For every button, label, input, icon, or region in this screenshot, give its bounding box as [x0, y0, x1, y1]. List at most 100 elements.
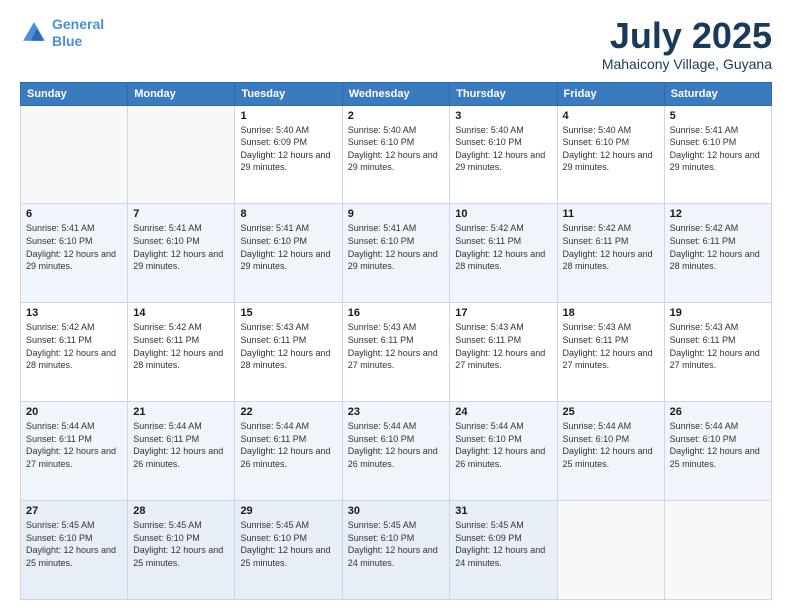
day-number: 20 [26, 406, 122, 418]
day-info: Sunrise: 5:41 AM Sunset: 6:10 PM Dayligh… [670, 124, 766, 174]
day-info: Sunrise: 5:42 AM Sunset: 6:11 PM Dayligh… [26, 321, 122, 371]
day-info: Sunrise: 5:45 AM Sunset: 6:09 PM Dayligh… [455, 519, 551, 569]
calendar-cell: 10Sunrise: 5:42 AM Sunset: 6:11 PM Dayli… [450, 204, 557, 303]
day-info: Sunrise: 5:41 AM Sunset: 6:10 PM Dayligh… [348, 222, 445, 272]
day-info: Sunrise: 5:43 AM Sunset: 6:11 PM Dayligh… [348, 321, 445, 371]
day-info: Sunrise: 5:43 AM Sunset: 6:11 PM Dayligh… [455, 321, 551, 371]
calendar-header-thursday: Thursday [450, 82, 557, 105]
day-number: 31 [455, 505, 551, 517]
calendar-cell [664, 501, 771, 600]
day-number: 22 [240, 406, 336, 418]
calendar-header-row: SundayMondayTuesdayWednesdayThursdayFrid… [21, 82, 772, 105]
day-number: 29 [240, 505, 336, 517]
day-number: 9 [348, 208, 445, 220]
day-info: Sunrise: 5:44 AM Sunset: 6:11 PM Dayligh… [240, 420, 336, 470]
day-number: 26 [670, 406, 766, 418]
calendar-cell: 24Sunrise: 5:44 AM Sunset: 6:10 PM Dayli… [450, 402, 557, 501]
calendar-cell: 20 Sunrise: 5:44 AM Sunset: 6:11 PM Dayli… [21, 402, 128, 501]
day-info: Sunrise: 5:43 AM Sunset: 6:11 PM Dayligh… [670, 321, 766, 371]
calendar-cell: 27 Sunrise: 5:45 AM Sunset: 6:10 PM Dayli… [21, 501, 128, 600]
calendar-cell: 4Sunrise: 5:40 AM Sunset: 6:10 PM Daylig… [557, 105, 664, 204]
day-info: Sunrise: 5:40 AM Sunset: 6:09 PM Dayligh… [240, 124, 336, 174]
day-info: Sunrise: 5:42 AM Sunset: 6:11 PM Dayligh… [670, 222, 766, 272]
calendar-header-monday: Monday [128, 82, 235, 105]
day-info: Sunrise: 5:45 AM Sunset: 6:10 PM Dayligh… [26, 519, 122, 569]
day-info: Sunrise: 5:41 AM Sunset: 6:10 PM Dayligh… [133, 222, 229, 272]
calendar-cell: 7Sunrise: 5:41 AM Sunset: 6:10 PM Daylig… [128, 204, 235, 303]
day-number: 2 [348, 110, 445, 122]
logo-line1: General [52, 16, 104, 32]
calendar-cell: 8Sunrise: 5:41 AM Sunset: 6:10 PM Daylig… [235, 204, 342, 303]
day-number: 6 [26, 208, 122, 220]
day-info: Sunrise: 5:45 AM Sunset: 6:10 PM Dayligh… [240, 519, 336, 569]
day-number: 30 [348, 505, 445, 517]
day-info: Sunrise: 5:42 AM Sunset: 6:11 PM Dayligh… [563, 222, 659, 272]
day-info: Sunrise: 5:44 AM Sunset: 6:10 PM Dayligh… [563, 420, 659, 470]
day-number: 21 [133, 406, 229, 418]
calendar-header-tuesday: Tuesday [235, 82, 342, 105]
calendar-cell: 11 Sunrise: 5:42 AM Sunset: 6:11 PM Dayli… [557, 204, 664, 303]
calendar-cell [21, 105, 128, 204]
subtitle: Mahaicony Village, Guyana [602, 56, 772, 72]
day-number: 4 [563, 110, 659, 122]
calendar-cell: 15Sunrise: 5:43 AM Sunset: 6:11 PM Dayli… [235, 303, 342, 402]
calendar-cell: 17 Sunrise: 5:43 AM Sunset: 6:11 PM Dayli… [450, 303, 557, 402]
logo-icon [20, 19, 48, 47]
calendar-cell: 26 Sunrise: 5:44 AM Sunset: 6:10 PM Dayli… [664, 402, 771, 501]
calendar-cell: 2 Sunrise: 5:40 AM Sunset: 6:10 PM Daylig… [342, 105, 450, 204]
day-info: Sunrise: 5:41 AM Sunset: 6:10 PM Dayligh… [26, 222, 122, 272]
day-number: 23 [348, 406, 445, 418]
day-info: Sunrise: 5:43 AM Sunset: 6:11 PM Dayligh… [563, 321, 659, 371]
calendar-cell: 14Sunrise: 5:42 AM Sunset: 6:11 PM Dayli… [128, 303, 235, 402]
day-info: Sunrise: 5:43 AM Sunset: 6:11 PM Dayligh… [240, 321, 336, 371]
calendar-cell: 19 Sunrise: 5:43 AM Sunset: 6:11 PM Dayli… [664, 303, 771, 402]
calendar-cell: 3Sunrise: 5:40 AM Sunset: 6:10 PM Daylig… [450, 105, 557, 204]
calendar-cell: 12 Sunrise: 5:42 AM Sunset: 6:11 PM Dayli… [664, 204, 771, 303]
calendar-header-saturday: Saturday [664, 82, 771, 105]
calendar-cell: 16 Sunrise: 5:43 AM Sunset: 6:11 PM Dayli… [342, 303, 450, 402]
calendar-body: 1 Sunrise: 5:40 AM Sunset: 6:09 PM Daylig… [21, 105, 772, 599]
header: General Blue July 2025 Mahaicony Village… [20, 16, 772, 72]
day-info: Sunrise: 5:44 AM Sunset: 6:11 PM Dayligh… [26, 420, 122, 470]
day-info: Sunrise: 5:44 AM Sunset: 6:10 PM Dayligh… [348, 420, 445, 470]
day-number: 8 [240, 208, 336, 220]
page: General Blue July 2025 Mahaicony Village… [0, 0, 792, 612]
calendar-cell: 1 Sunrise: 5:40 AM Sunset: 6:09 PM Daylig… [235, 105, 342, 204]
calendar-week-4: 20 Sunrise: 5:44 AM Sunset: 6:11 PM Dayli… [21, 402, 772, 501]
day-number: 14 [133, 307, 229, 319]
calendar-table: SundayMondayTuesdayWednesdayThursdayFrid… [20, 82, 772, 600]
day-number: 28 [133, 505, 229, 517]
day-number: 16 [348, 307, 445, 319]
day-number: 18 [563, 307, 659, 319]
day-number: 11 [563, 208, 659, 220]
day-info: Sunrise: 5:40 AM Sunset: 6:10 PM Dayligh… [348, 124, 445, 174]
logo: General Blue [20, 16, 104, 50]
calendar-cell: 29 Sunrise: 5:45 AM Sunset: 6:10 PM Dayli… [235, 501, 342, 600]
calendar-cell: 30Sunrise: 5:45 AM Sunset: 6:10 PM Dayli… [342, 501, 450, 600]
calendar-cell: 9 Sunrise: 5:41 AM Sunset: 6:10 PM Daylig… [342, 204, 450, 303]
logo-text: General Blue [52, 16, 104, 50]
calendar-header-sunday: Sunday [21, 82, 128, 105]
day-number: 12 [670, 208, 766, 220]
day-info: Sunrise: 5:44 AM Sunset: 6:11 PM Dayligh… [133, 420, 229, 470]
day-number: 27 [26, 505, 122, 517]
day-info: Sunrise: 5:44 AM Sunset: 6:10 PM Dayligh… [670, 420, 766, 470]
day-number: 1 [240, 110, 336, 122]
calendar-cell: 13 Sunrise: 5:42 AM Sunset: 6:11 PM Dayli… [21, 303, 128, 402]
calendar-cell: 23 Sunrise: 5:44 AM Sunset: 6:10 PM Dayli… [342, 402, 450, 501]
calendar-header-friday: Friday [557, 82, 664, 105]
title-block: July 2025 Mahaicony Village, Guyana [602, 16, 772, 72]
calendar-cell [557, 501, 664, 600]
day-number: 17 [455, 307, 551, 319]
calendar-week-2: 6 Sunrise: 5:41 AM Sunset: 6:10 PM Daylig… [21, 204, 772, 303]
calendar-week-1: 1 Sunrise: 5:40 AM Sunset: 6:09 PM Daylig… [21, 105, 772, 204]
calendar-cell: 22 Sunrise: 5:44 AM Sunset: 6:11 PM Dayli… [235, 402, 342, 501]
day-number: 24 [455, 406, 551, 418]
day-number: 10 [455, 208, 551, 220]
calendar-header-wednesday: Wednesday [342, 82, 450, 105]
day-number: 13 [26, 307, 122, 319]
day-number: 19 [670, 307, 766, 319]
calendar-cell [128, 105, 235, 204]
day-number: 3 [455, 110, 551, 122]
calendar-cell: 6 Sunrise: 5:41 AM Sunset: 6:10 PM Daylig… [21, 204, 128, 303]
